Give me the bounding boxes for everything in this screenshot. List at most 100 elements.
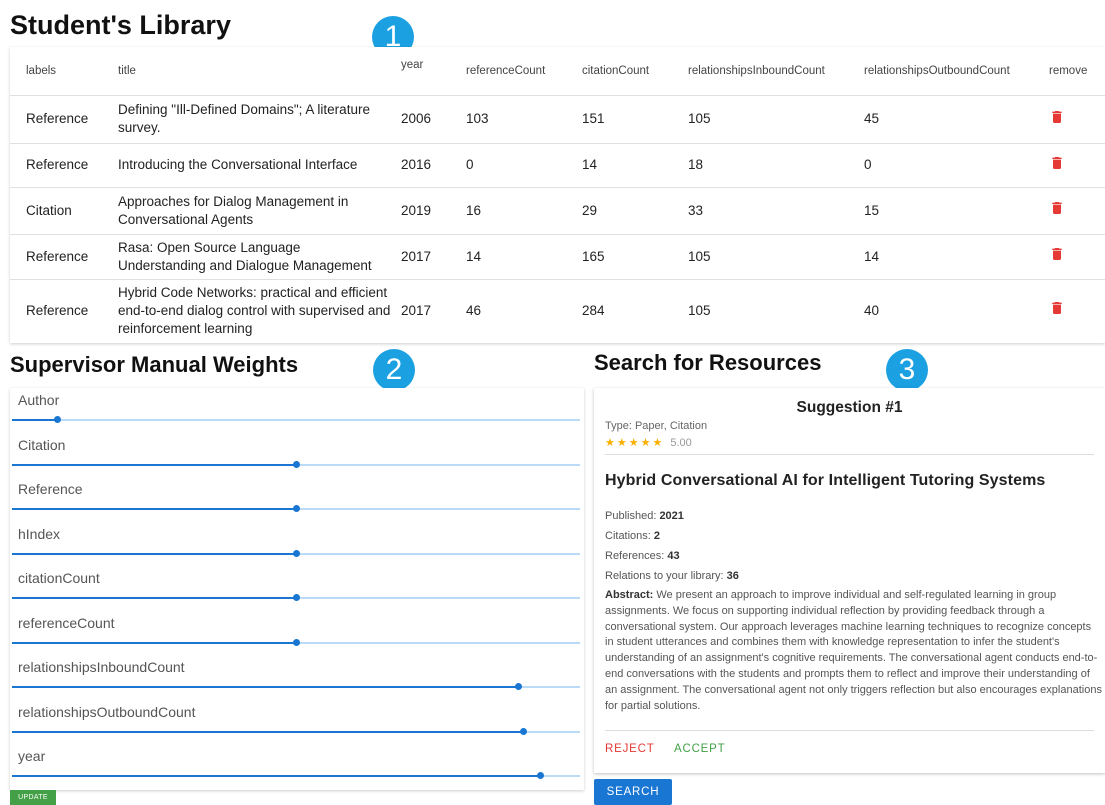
cell-labels: Reference [10,143,118,188]
column-header-title[interactable]: title [118,47,401,96]
column-header-citationcount[interactable]: citationCount [582,47,688,96]
slider-thumb[interactable] [293,505,300,512]
cell-remove [1049,234,1105,280]
cell-year: 2006 [401,95,466,144]
suggestion-heading: Suggestion #1 [796,399,903,416]
citations-value: 2 [653,530,661,542]
slider-thumb[interactable] [293,460,300,468]
weight-label: hIndex [18,525,61,542]
cell-referencecount: 16 [466,187,582,235]
trash-icon[interactable] [1049,109,1065,125]
slider-fill [12,641,296,644]
library-title: Student's Library [10,10,231,40]
slider-track[interactable] [12,772,580,779]
search-button[interactable]: SEARCH [594,779,672,805]
slider-thumb[interactable] [293,638,300,646]
slider-track[interactable] [12,638,580,646]
slider-thumb[interactable] [293,549,300,557]
paper-title: Hybrid Conversational AI for Intelligent… [605,472,1046,489]
cell-labels: Citation [10,187,118,235]
cell-title: Defining "Ill-Defined Domains"; A litera… [118,95,401,144]
cell-remove [1049,95,1105,144]
weight-row-reference: Reference [10,477,584,521]
cell-outbound: 14 [864,234,1049,280]
column-header-remove: remove [1049,47,1105,96]
slider-fill [12,597,296,599]
trash-icon[interactable] [1049,246,1065,262]
slider-fill [12,419,58,421]
column-header-year[interactable]: year [401,47,466,96]
slider-thumb[interactable] [54,416,62,423]
table-row: Reference Introducing the Conversational… [10,143,1105,188]
relations-label: Relations to your library: [605,570,724,582]
reject-button[interactable]: REJECT [605,743,655,755]
table-row: Reference Hybrid Code Networks: practica… [10,279,1105,342]
slider-track[interactable] [12,460,580,468]
table-header-row: labels title year referenceCount citatio… [10,47,1105,96]
slider-track[interactable] [12,594,580,601]
slider-thumb[interactable] [520,727,528,735]
abstract: Abstract: We present an approach to impr… [605,588,1102,714]
marker-2: 2 [373,349,415,391]
slider-fill [12,463,296,466]
column-header-inbound[interactable]: relationshipsInboundCount [688,47,864,96]
accept-button[interactable]: ACCEPT [674,743,725,755]
slider-thumb[interactable] [514,683,522,690]
divider [605,454,1094,455]
cell-outbound: 45 [864,95,1049,144]
cell-labels: Reference [10,95,118,144]
divider [605,730,1094,731]
citations-meta: Citations: 2 [605,530,660,542]
weight-label: Reference [18,481,83,497]
cell-remove [1049,143,1105,188]
cell-citationcount: 284 [582,302,605,318]
slider-fill [12,775,541,777]
weight-label: year [18,748,46,764]
weight-row-hindex: hIndex [10,522,584,566]
library-table: labels title year referenceCount citatio… [10,47,1105,342]
slider-track[interactable] [12,416,580,423]
weight-row-citationcount: citationCount [10,566,584,610]
trash-icon[interactable] [1049,200,1065,216]
weight-row-year: year [10,744,584,788]
cell-referencecount: 0 [466,143,582,188]
weight-row-citation: Citation [10,433,584,477]
trash-icon[interactable] [1049,300,1065,316]
weight-row-author: Author [10,388,584,432]
column-header-outbound[interactable]: relationshipsOutboundCount [864,47,1049,96]
cell-remove [1049,187,1105,235]
rating: ★★★★★ 5.00 [605,436,692,449]
slider-thumb[interactable] [537,772,545,779]
weights-title: Supervisor Manual Weights [10,352,299,377]
relations-meta: Relations to your library: 36 [605,570,739,582]
cell-inbound: 33 [688,187,864,235]
cell-remove [1049,279,1105,342]
suggestion-card: Suggestion #1 Type: Paper, Citation ★★★★… [594,388,1105,773]
cell-referencecount: 103 [466,95,582,144]
suggestion-type: Type: Paper, Citation [605,420,708,432]
cell-outbound: 40 [864,302,880,318]
slider-fill [12,508,296,510]
cell-year: 2017 [401,302,432,318]
slider-track[interactable] [12,727,580,735]
weight-label: relationshipsOutboundCount [18,703,196,720]
column-header-labels[interactable]: labels [10,47,118,96]
cell-labels: Reference [10,234,118,280]
search-title: Search for Resources [594,350,822,375]
slider-track[interactable] [12,549,580,557]
weight-label: Author [18,392,60,408]
update-button[interactable]: UPDATE [10,790,56,805]
cell-title: Approaches for Dialog Management in Conv… [118,187,401,235]
cell-inbound: 105 [688,234,864,280]
weight-row-outbound: relationshipsOutboundCount [10,700,584,744]
cell-year: 2016 [401,143,466,188]
cell-title: Rasa: Open Source Language Understanding… [118,234,401,280]
column-header-referencecount[interactable]: referenceCount [466,47,582,96]
table-row: Reference Defining "Ill-Defined Domains"… [10,95,1105,144]
slider-track[interactable] [12,683,580,690]
trash-icon[interactable] [1049,155,1065,171]
slider-thumb[interactable] [293,594,300,601]
cell-inbound: 18 [688,143,864,188]
slider-track[interactable] [12,505,580,512]
table-row: Citation Approaches for Dialog Managemen… [10,187,1105,235]
